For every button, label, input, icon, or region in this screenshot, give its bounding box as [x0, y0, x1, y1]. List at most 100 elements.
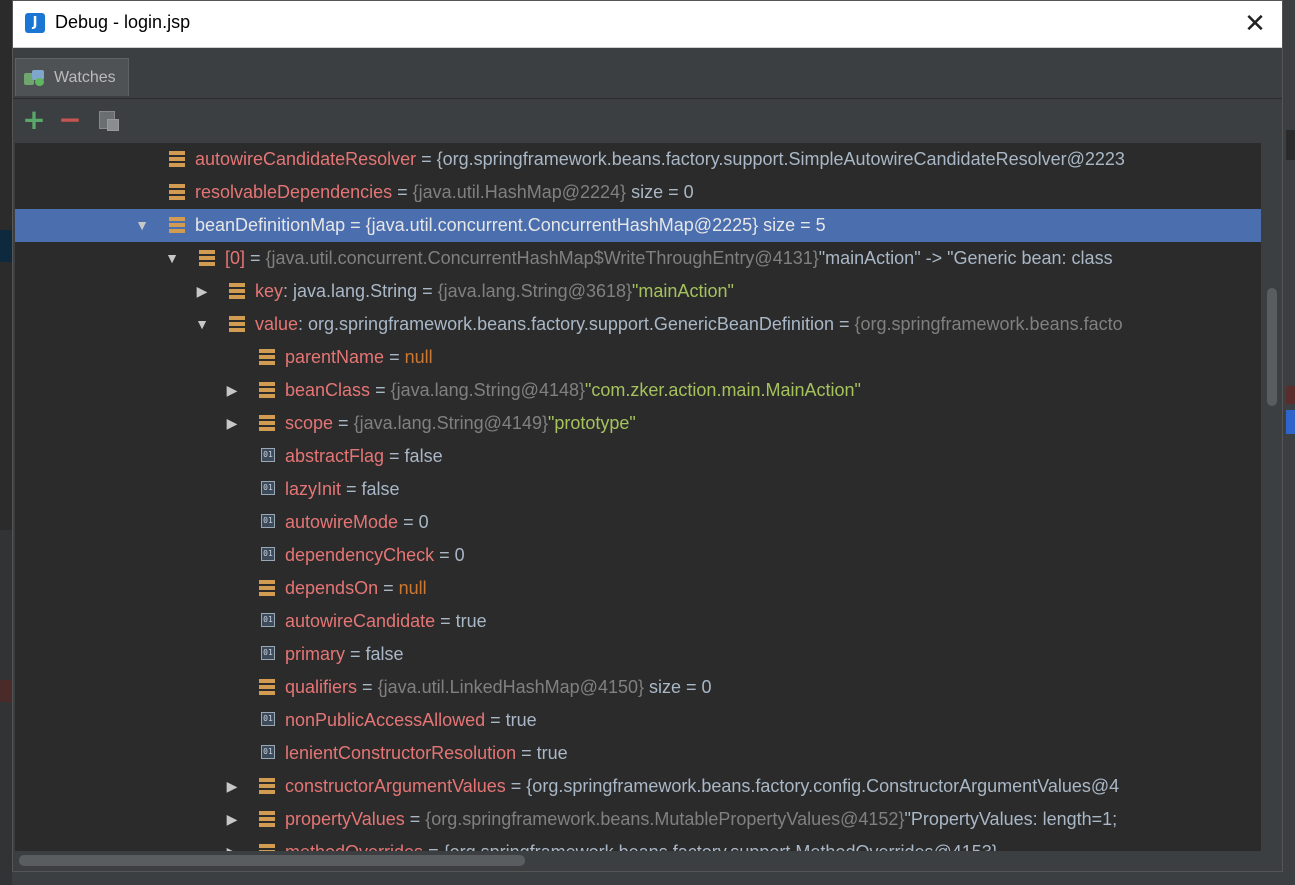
expand-arrow-icon[interactable]: ▶	[224, 770, 240, 803]
close-button[interactable]: ✕	[1240, 9, 1270, 39]
tree-row[interactable]: 01 nonPublicAccessAllowed = true	[15, 704, 1261, 737]
tree-row-text: beanClass = {java.lang.String@4148}"com.…	[285, 374, 861, 407]
variable-value-part: size = 0	[644, 677, 712, 697]
field-icon	[199, 250, 215, 266]
field-icon	[259, 778, 275, 794]
tree-row[interactable]: 01 dependencyCheck = 0	[15, 539, 1261, 572]
tree-row[interactable]: ▼ [0] = {java.util.concurrent.ConcurrentH…	[15, 242, 1261, 275]
field-icon	[169, 151, 185, 167]
tree-row[interactable]: dependsOn = null	[15, 572, 1261, 605]
variable-value-part: "PropertyValues: length=1;	[904, 809, 1118, 829]
expand-arrow-icon[interactable]: ▶	[224, 407, 240, 440]
tree-row[interactable]: 01 primary = false	[15, 638, 1261, 671]
add-watch-button[interactable]: +	[21, 106, 47, 134]
tab-watches-label: Watches	[54, 68, 116, 86]
field-icon	[259, 844, 275, 851]
primitive-field-icon: 01	[261, 547, 275, 561]
tree-row[interactable]: qualifiers = {java.util.LinkedHashMap@41…	[15, 671, 1261, 704]
tree-row[interactable]: 01 lenientConstructorResolution = true	[15, 737, 1261, 770]
expand-arrow-icon[interactable]: ▶	[224, 803, 240, 836]
tree-row-text: key: java.lang.String = {java.lang.Strin…	[255, 275, 734, 308]
collapse-arrow-icon[interactable]: ▼	[134, 209, 150, 242]
tree-row[interactable]: ▼ beanDefinitionMap = {java.util.concurre…	[15, 209, 1261, 242]
vertical-scrollbar[interactable]	[1263, 143, 1281, 851]
variable-value-part: size = 0	[626, 182, 694, 202]
variable-value-part: = true	[435, 611, 487, 631]
variable-name: parentName	[285, 347, 385, 367]
variable-value-part: {org.springframework.beans.factory.suppo…	[444, 842, 998, 851]
variable-value-part: =	[333, 413, 354, 433]
intellij-app-icon: J	[25, 13, 45, 33]
collapse-arrow-icon[interactable]: ▼	[164, 242, 180, 275]
horizontal-scrollbar[interactable]	[15, 851, 1263, 871]
primitive-field-icon: 01	[261, 712, 275, 726]
variable-value-part: {org.springframework.beans.factory.confi…	[526, 776, 1120, 796]
tree-row-text: autowireMode = 0	[285, 506, 429, 539]
tree-row[interactable]: ▶ constructorArgumentValues = {org.spring…	[15, 770, 1261, 803]
variable-name: scope	[285, 413, 334, 433]
variable-name: lenientConstructorResolution	[285, 743, 517, 763]
tree-row[interactable]: 01 lazyInit = false	[15, 473, 1261, 506]
tree-row[interactable]: 01 autowireMode = 0	[15, 506, 1261, 539]
variables-tree[interactable]: autowireCandidateResolver = {org.springf…	[15, 143, 1261, 851]
duplicate-watch-button[interactable]	[95, 107, 121, 133]
variable-value-part: {org.springframework.beans.factory.suppo…	[436, 149, 1125, 169]
backdrop-panel	[0, 530, 12, 885]
tree-row-text: parentName = null	[285, 341, 433, 374]
collapse-arrow-icon[interactable]: ▼	[194, 308, 210, 341]
variable-value-part: = true	[516, 743, 568, 763]
tree-row[interactable]: ▼ value: org.springframework.beans.factor…	[15, 308, 1261, 341]
field-icon	[259, 580, 275, 596]
variable-name: primary	[285, 644, 346, 664]
variable-value-part: = false	[341, 479, 400, 499]
tree-row[interactable]: 01 autowireCandidate = true	[15, 605, 1261, 638]
variable-value-part: null	[404, 347, 433, 367]
tab-bar: Watches	[13, 48, 1282, 99]
tree-row-text: methodOverrides = {org.springframework.b…	[285, 836, 998, 851]
variable-value-part: size = 5	[758, 215, 826, 235]
remove-watch-button[interactable]: −	[57, 106, 83, 134]
variable-value-part: =	[404, 809, 426, 829]
tree-row[interactable]: 01 abstractFlag = false	[15, 440, 1261, 473]
primitive-field-icon: 01	[261, 481, 275, 495]
variable-value-part: {java.util.LinkedHashMap@4150}	[377, 677, 645, 697]
variable-value-part: =	[370, 380, 391, 400]
tree-row[interactable]: autowireCandidateResolver = {org.springf…	[15, 143, 1261, 176]
tree-row-text: resolvableDependencies = {java.util.Hash…	[195, 176, 694, 209]
tree-row[interactable]: ▶ propertyValues = {org.springframework.b…	[15, 803, 1261, 836]
variable-value-part: "mainAction"	[632, 281, 734, 301]
backdrop-selection	[0, 230, 12, 262]
variable-value-part: {java.lang.String@4148}	[390, 380, 585, 400]
tree-row-text: primary = false	[285, 638, 404, 671]
tree-row-text: scope = {java.lang.String@4149}"prototyp…	[285, 407, 636, 440]
variable-value-part: =	[378, 578, 399, 598]
expand-arrow-icon[interactable]: ▶	[194, 275, 210, 308]
variable-name: qualifiers	[285, 677, 358, 697]
variable-value-part: {java.lang.String@4149}	[353, 413, 548, 433]
variable-value-part: = true	[485, 710, 537, 730]
tree-row-text: lazyInit = false	[285, 473, 400, 506]
title-bar[interactable]: J Debug - login.jsp ✕	[13, 1, 1282, 48]
variable-name: abstractFlag	[285, 446, 385, 466]
tree-row[interactable]: ▶ scope = {java.lang.String@4149}"prototy…	[15, 407, 1261, 440]
variable-name: [0]	[225, 248, 246, 268]
watches-toolbar: + −	[13, 99, 1282, 141]
tree-row[interactable]: ▶ beanClass = {java.lang.String@4148}"com…	[15, 374, 1261, 407]
variable-value-part: : org.springframework.beans.factory.supp…	[298, 314, 855, 334]
tab-watches[interactable]: Watches	[15, 58, 129, 96]
variable-value-part: =	[423, 842, 444, 851]
tree-row-text: autowireCandidateResolver = {org.springf…	[195, 143, 1125, 176]
tree-row[interactable]: resolvableDependencies = {java.util.Hash…	[15, 176, 1261, 209]
horizontal-scroll-thumb[interactable]	[19, 855, 525, 866]
tree-row[interactable]: parentName = null	[15, 341, 1261, 374]
variable-value-part: = false	[345, 644, 404, 664]
tree-row[interactable]: ▶ methodOverrides = {org.springframework.…	[15, 836, 1261, 851]
tree-row[interactable]: ▶ key: java.lang.String = {java.lang.Stri…	[15, 275, 1261, 308]
primitive-field-icon: 01	[261, 448, 275, 462]
expand-arrow-icon[interactable]: ▶	[224, 374, 240, 407]
expand-arrow-icon[interactable]: ▶	[224, 836, 240, 851]
variable-name: beanDefinitionMap	[195, 215, 346, 235]
variable-value-part: {java.util.concurrent.ConcurrentHashMap@…	[365, 215, 759, 235]
field-icon	[259, 679, 275, 695]
vertical-scroll-thumb[interactable]	[1267, 288, 1277, 406]
